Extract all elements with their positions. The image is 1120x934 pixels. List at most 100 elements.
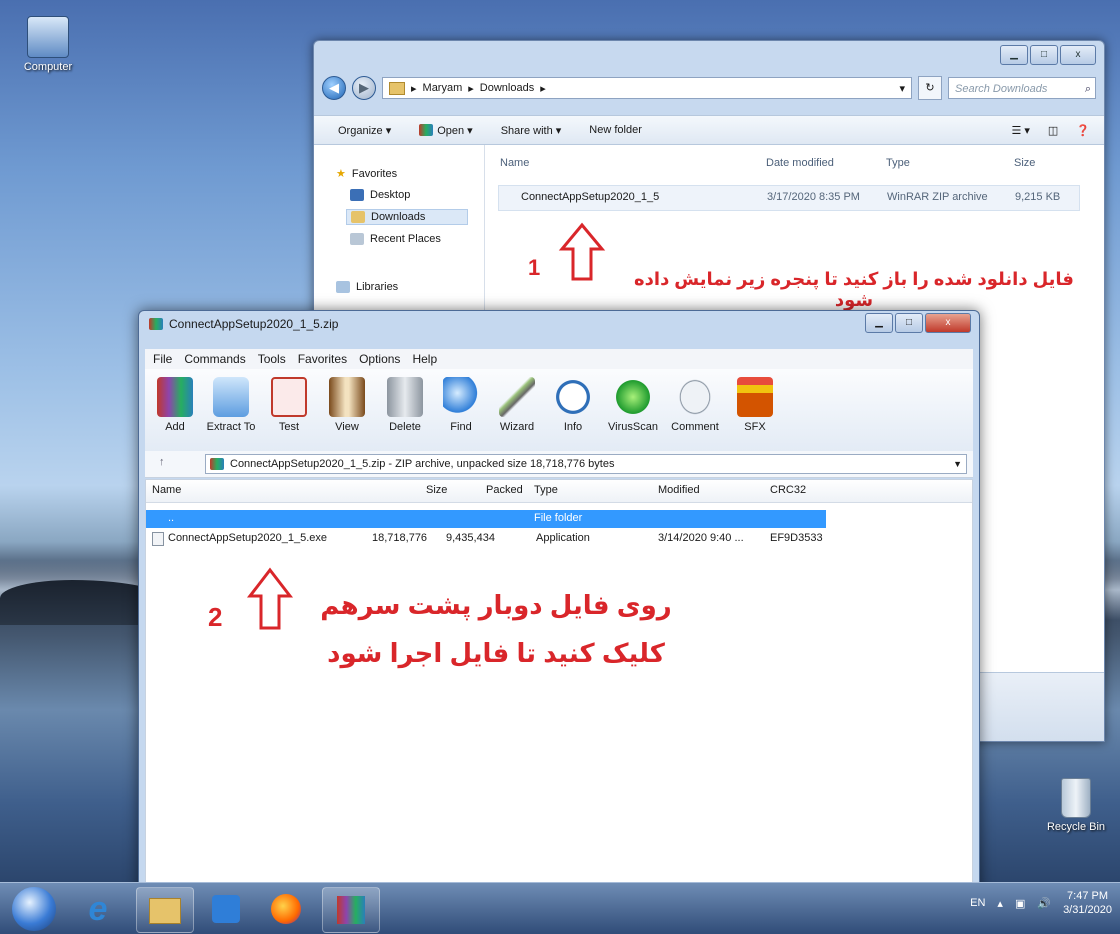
find-button[interactable]: Find [435, 377, 487, 433]
row-name: ConnectAppSetup2020_1_5.exe [168, 532, 328, 544]
minimize-button[interactable]: ▁ [1000, 45, 1028, 65]
help-icon[interactable]: ❓ [1076, 124, 1090, 137]
menu-favorites[interactable]: Favorites [298, 352, 347, 366]
maximize-button[interactable]: □ [895, 313, 923, 333]
menu-commands[interactable]: Commands [184, 352, 245, 366]
column-type[interactable]: Type [534, 484, 558, 496]
address-row: ◀ ▶ ▸ Maryam ▸ Downloads ▸ ▾ ↻ Search Do… [322, 75, 1096, 101]
forward-button[interactable]: ▶ [352, 76, 376, 100]
table-row[interactable]: .. File folder [146, 510, 826, 528]
column-type[interactable]: Type [886, 157, 910, 169]
close-button[interactable]: x [925, 313, 971, 333]
chevron-down-icon[interactable]: ▾ [899, 82, 905, 95]
recycle-bin-label: Recycle Bin [1046, 821, 1106, 833]
nav-desktop[interactable]: Desktop [350, 189, 410, 201]
share-with-button[interactable]: Share with ▾ [501, 124, 562, 137]
network-icon[interactable]: ▣ [1015, 897, 1025, 910]
new-folder-button[interactable]: New folder [589, 124, 642, 136]
winrar-toolbar: Add Extract To Test View Delete Find Wiz… [145, 369, 973, 452]
chevron-up-icon[interactable]: ▴ [997, 897, 1003, 910]
delete-button[interactable]: Delete [379, 377, 431, 433]
nav-libraries[interactable]: Libraries [336, 281, 398, 293]
info-button[interactable]: Info [547, 377, 599, 433]
open-button[interactable]: Open ▾ [419, 124, 473, 137]
nav-downloads[interactable]: Downloads [346, 209, 468, 225]
column-name[interactable]: Name [152, 484, 181, 496]
folder-icon [152, 512, 166, 524]
extract-to-label: Extract To [206, 421, 256, 433]
test-button[interactable]: Test [263, 377, 315, 433]
taskbar-media-player[interactable] [198, 887, 254, 931]
wizard-wand-icon [499, 377, 535, 417]
column-size[interactable]: Size [426, 484, 447, 496]
chevron-right-icon: ▸ [468, 82, 474, 95]
virusscan-button[interactable]: VirusScan [607, 377, 659, 433]
menu-options[interactable]: Options [359, 352, 400, 366]
refresh-button[interactable]: ↻ [918, 76, 942, 100]
menu-help[interactable]: Help [412, 352, 437, 366]
recycle-bin-desktop-icon[interactable]: Recycle Bin [1040, 778, 1112, 833]
test-clipboard-icon [271, 377, 307, 417]
computer-desktop-icon[interactable]: Computer [12, 16, 84, 73]
address-bar[interactable]: ▸ Maryam ▸ Downloads ▸ ▾ [382, 77, 912, 99]
search-placeholder: Search Downloads [955, 83, 1048, 95]
archive-path-field[interactable]: ConnectAppSetup2020_1_5.zip - ZIP archiv… [205, 454, 967, 474]
row-crc32: EF9D3533 [770, 532, 823, 544]
row-size: 18,718,776 [372, 532, 428, 544]
back-button[interactable]: ◀ [322, 76, 346, 100]
nav-recent-places[interactable]: Recent Places [350, 233, 441, 245]
libraries-icon [336, 281, 350, 293]
file-row[interactable]: ConnectAppSetup2020_1_5 3/17/2020 8:35 P… [498, 185, 1080, 211]
up-folder-icon[interactable]: ↑ [159, 456, 165, 468]
taskbar-winrar[interactable] [322, 887, 380, 933]
file-list-header: Name Size Packed Type Modified CRC32 [146, 480, 972, 503]
star-icon: ★ [336, 168, 346, 180]
clock[interactable]: 7:47 PM 3/31/2020 [1063, 889, 1112, 917]
add-button[interactable]: Add [149, 377, 201, 433]
comment-label: Comment [671, 421, 719, 433]
column-name[interactable]: Name [500, 157, 529, 169]
menu-tools[interactable]: Tools [258, 352, 286, 366]
close-button[interactable]: x [1060, 45, 1096, 65]
chevron-right-icon: ▸ [411, 82, 417, 95]
language-indicator[interactable]: EN [970, 897, 985, 909]
winrar-title-bar: ConnectAppSetup2020_1_5.zip [149, 317, 338, 331]
table-row[interactable]: ConnectAppSetup2020_1_5.exe 18,718,776 9… [146, 530, 826, 548]
breadcrumb-downloads[interactable]: Downloads [480, 82, 534, 94]
view-book-icon [329, 377, 365, 417]
nav-favorites[interactable]: ★ Favorites [336, 167, 397, 181]
breadcrumb-maryam[interactable]: Maryam [423, 82, 463, 94]
view-label: View [335, 421, 359, 433]
preview-pane-icon[interactable]: ◫ [1048, 124, 1058, 137]
organize-button[interactable]: Organize ▾ [338, 124, 391, 137]
add-icon [157, 377, 193, 417]
comment-button[interactable]: Comment [669, 377, 721, 433]
view-controls: ☰ ▾ ◫ ❓ [1011, 124, 1104, 137]
column-modified[interactable]: Modified [658, 484, 700, 496]
search-input[interactable]: Search Downloads ⌕ [948, 77, 1096, 99]
column-size[interactable]: Size [1014, 157, 1035, 169]
computer-icon [27, 16, 69, 58]
taskbar-firefox[interactable] [258, 887, 314, 931]
volume-icon[interactable]: 🔊 [1037, 897, 1051, 910]
taskbar-explorer[interactable] [136, 887, 194, 933]
minimize-button[interactable]: ▁ [865, 313, 893, 333]
file-date: 3/17/2020 8:35 PM [767, 191, 860, 203]
column-crc32[interactable]: CRC32 [770, 484, 806, 496]
start-button[interactable] [12, 887, 56, 931]
view-button[interactable]: View [321, 377, 373, 433]
column-date-modified[interactable]: Date modified [766, 157, 834, 169]
column-packed[interactable]: Packed [486, 484, 523, 496]
sfx-button[interactable]: SFX [729, 377, 781, 433]
taskbar-ie[interactable]: e [70, 887, 126, 931]
winrar-icon [210, 458, 224, 470]
winrar-window-controls: ▁ □ x [865, 313, 971, 333]
menu-file[interactable]: File [153, 352, 172, 366]
extract-to-button[interactable]: Extract To [205, 377, 257, 433]
chevron-down-icon[interactable]: ▼ [953, 459, 962, 469]
wizard-button[interactable]: Wizard [491, 377, 543, 433]
view-options-icon[interactable]: ☰ ▾ [1011, 124, 1029, 137]
nav-libraries-label: Libraries [356, 281, 399, 293]
file-name: ConnectAppSetup2020_1_5 [521, 191, 660, 203]
maximize-button[interactable]: □ [1030, 45, 1058, 65]
